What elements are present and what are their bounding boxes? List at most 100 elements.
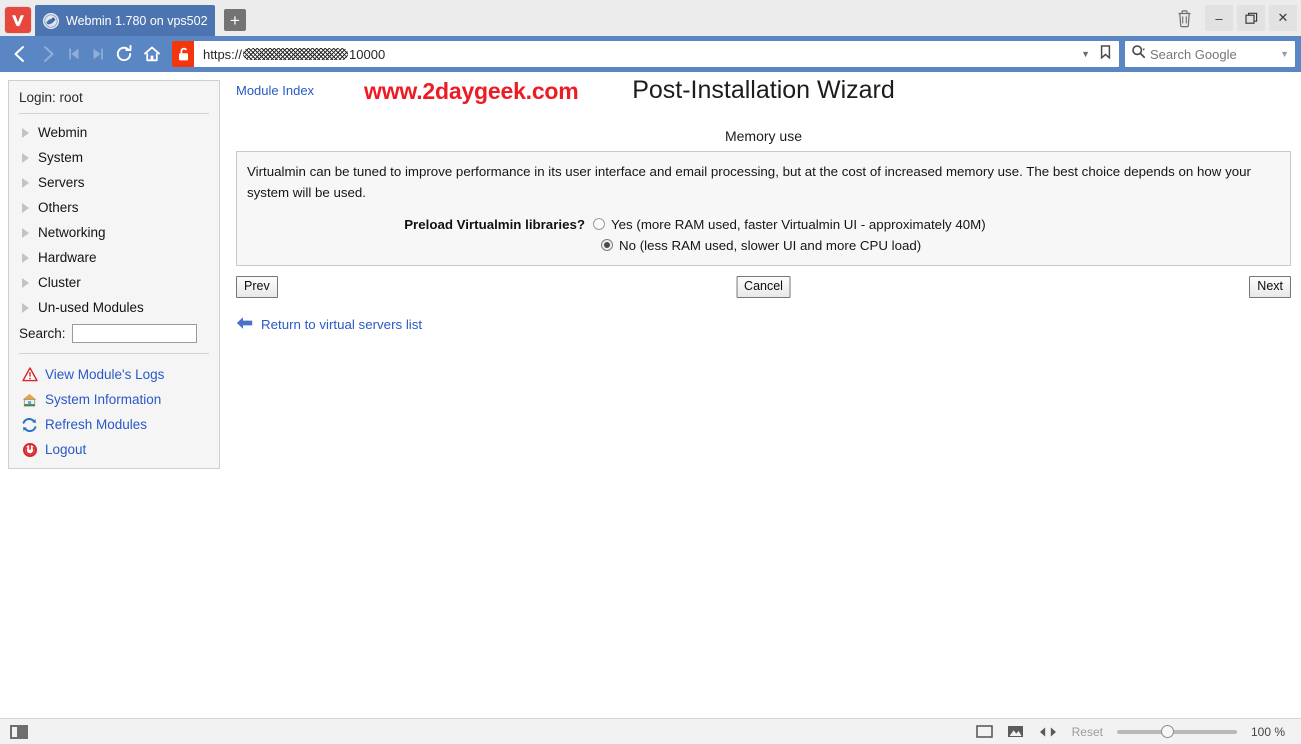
panel-toggle-icon[interactable] — [10, 724, 28, 739]
main-content: Module Index www.2daygeek.com Post-Insta… — [220, 72, 1301, 333]
back-arrow-icon — [236, 316, 253, 333]
radio-yes[interactable] — [593, 218, 605, 231]
close-button[interactable]: ✕ — [1269, 5, 1297, 31]
sidebar-item-label: Hardware — [38, 250, 97, 265]
rewind-icon[interactable] — [62, 39, 86, 69]
browser-tab[interactable]: Webmin 1.780 on vps5025 — [35, 5, 215, 36]
url-redacted-host — [243, 48, 349, 60]
preload-question-label: Preload Virtualmin libraries? — [404, 216, 585, 232]
search-input[interactable] — [71, 324, 197, 343]
tab-strip: Webmin 1.780 on vps5025 + – ✕ — [0, 0, 1301, 36]
panel-description: Virtualmin can be tuned to improve perfo… — [247, 164, 1251, 200]
chevron-right-icon — [22, 302, 29, 313]
sidebar-item-label: System — [38, 150, 84, 165]
new-tab-button[interactable]: + — [224, 9, 246, 31]
preload-form: Preload Virtualmin libraries? Yes (more … — [245, 217, 1282, 253]
page-icon[interactable] — [975, 725, 993, 738]
radio-yes-label[interactable]: Yes (more RAM used, faster Virtualmin UI… — [611, 217, 986, 232]
sidebar-item-hardware[interactable]: Hardware — [9, 245, 219, 270]
unlocked-padlock-icon[interactable] — [172, 41, 194, 67]
tab-title: Webmin 1.780 on vps5025 — [66, 13, 207, 28]
sidebar-item-label: Others — [38, 200, 79, 215]
url-scheme: https:// — [203, 46, 243, 62]
address-bar-actions: ▼ — [1081, 44, 1119, 64]
sidebar-link-label: System Information — [45, 392, 162, 407]
refresh-arrows-icon — [21, 416, 38, 433]
sidebar-divider-bottom — [19, 353, 209, 354]
window-controls: – ✕ — [1167, 0, 1301, 36]
power-off-icon — [21, 441, 38, 458]
bookmark-icon[interactable] — [1100, 44, 1111, 64]
sidebar-item-label: Un-used Modules — [38, 300, 144, 315]
sidebar-item-cluster[interactable]: Cluster — [9, 270, 219, 295]
page-header: Module Index www.2daygeek.com Post-Insta… — [236, 76, 1291, 126]
sidebar-item-label: Servers — [38, 175, 85, 190]
sidebar-link-label: Refresh Modules — [45, 417, 148, 432]
address-toolbar: https:// 10000 ▼ Search Google ▼ — [0, 36, 1301, 72]
address-bar[interactable]: https:// 10000 ▼ — [172, 41, 1119, 67]
sidebar-item-un-used-modules[interactable]: Un-used Modules — [9, 295, 219, 320]
status-bar: Reset 100 % — [0, 718, 1301, 744]
page-subtitle: Memory use — [724, 128, 803, 144]
zoom-reset-button[interactable]: Reset — [1072, 725, 1103, 739]
chevron-right-icon — [22, 177, 29, 188]
page-viewport: Login: root Webmin System Servers Others… — [0, 72, 1301, 718]
sidebar-link-label: View Module's Logs — [45, 367, 165, 382]
fast-forward-icon[interactable] — [86, 39, 110, 69]
chevron-right-icon — [22, 277, 29, 288]
webmin-sidebar: Login: root Webmin System Servers Others… — [8, 80, 220, 469]
sidebar-item-system[interactable]: System — [9, 145, 219, 170]
sidebar-item-label: Cluster — [38, 275, 81, 290]
chevron-right-icon — [22, 152, 29, 163]
address-text: https:// 10000 — [194, 47, 385, 62]
sidebar-item-others[interactable]: Others — [9, 195, 219, 220]
browser-window: Webmin 1.780 on vps5025 + – ✕ https:// 1… — [0, 0, 1301, 744]
reload-icon[interactable] — [110, 39, 138, 69]
sidebar-link-view-modules-logs[interactable]: View Module's Logs — [9, 362, 219, 387]
status-bar-left — [10, 724, 28, 739]
trash-icon[interactable] — [1167, 3, 1201, 33]
radio-no-label[interactable]: No (less RAM used, slower UI and more CP… — [619, 238, 921, 253]
sidebar-link-refresh-modules[interactable]: Refresh Modules — [9, 412, 219, 437]
sidebar-item-networking[interactable]: Networking — [9, 220, 219, 245]
radio-no[interactable] — [601, 239, 613, 252]
return-link-label[interactable]: Return to virtual servers list — [261, 317, 422, 332]
warning-triangle-icon — [21, 366, 38, 383]
prev-button[interactable]: Prev — [236, 275, 278, 298]
wizard-buttons: Prev Cancel Next — [236, 275, 1291, 299]
sidebar-divider-top — [19, 113, 209, 114]
sidebar-link-label: Logout — [45, 442, 87, 457]
forward-icon[interactable] — [34, 39, 62, 69]
zoom-slider-knob[interactable] — [1161, 725, 1174, 738]
sidebar-item-webmin[interactable]: Webmin — [9, 120, 219, 145]
sidebar-item-servers[interactable]: Servers — [9, 170, 219, 195]
next-button[interactable]: Next — [1249, 275, 1291, 298]
zoom-slider[interactable] — [1117, 725, 1237, 739]
sidebar-link-logout[interactable]: Logout — [9, 437, 219, 462]
zoom-slider-track — [1117, 729, 1237, 734]
search-engine-chevron-icon[interactable]: ▼ — [1280, 49, 1289, 59]
webmin-favicon — [43, 12, 59, 29]
zoom-level-label: 100 % — [1251, 724, 1286, 739]
sidebar-search-row: Search: — [9, 320, 219, 349]
home-icon[interactable] — [138, 39, 166, 69]
return-to-virtual-servers-row[interactable]: Return to virtual servers list — [236, 316, 1291, 333]
maximize-button[interactable] — [1237, 5, 1265, 31]
chevron-right-icon — [22, 202, 29, 213]
home-house-icon — [21, 391, 38, 408]
cancel-button[interactable]: Cancel — [736, 275, 791, 298]
search-bar[interactable]: Search Google ▼ — [1125, 41, 1295, 67]
preload-question-row: Preload Virtualmin libraries? Yes (more … — [245, 217, 1282, 232]
chevron-down-icon[interactable]: ▼ — [1081, 49, 1090, 59]
memory-use-panel: Virtualmin can be tuned to improve perfo… — [236, 151, 1291, 266]
page-title: Post-Installation Wizard — [632, 76, 895, 104]
sidebar-link-system-information[interactable]: System Information — [9, 387, 219, 412]
back-icon[interactable] — [6, 39, 34, 69]
search-input[interactable]: Search Google — [1150, 47, 1237, 62]
vivaldi-logo-icon[interactable] — [5, 7, 31, 33]
chevron-right-icon — [22, 127, 29, 138]
magnifier-icon — [1131, 44, 1146, 64]
code-arrows-icon[interactable] — [1038, 726, 1058, 738]
minimize-button[interactable]: – — [1205, 5, 1233, 31]
image-icon[interactable] — [1007, 725, 1024, 738]
